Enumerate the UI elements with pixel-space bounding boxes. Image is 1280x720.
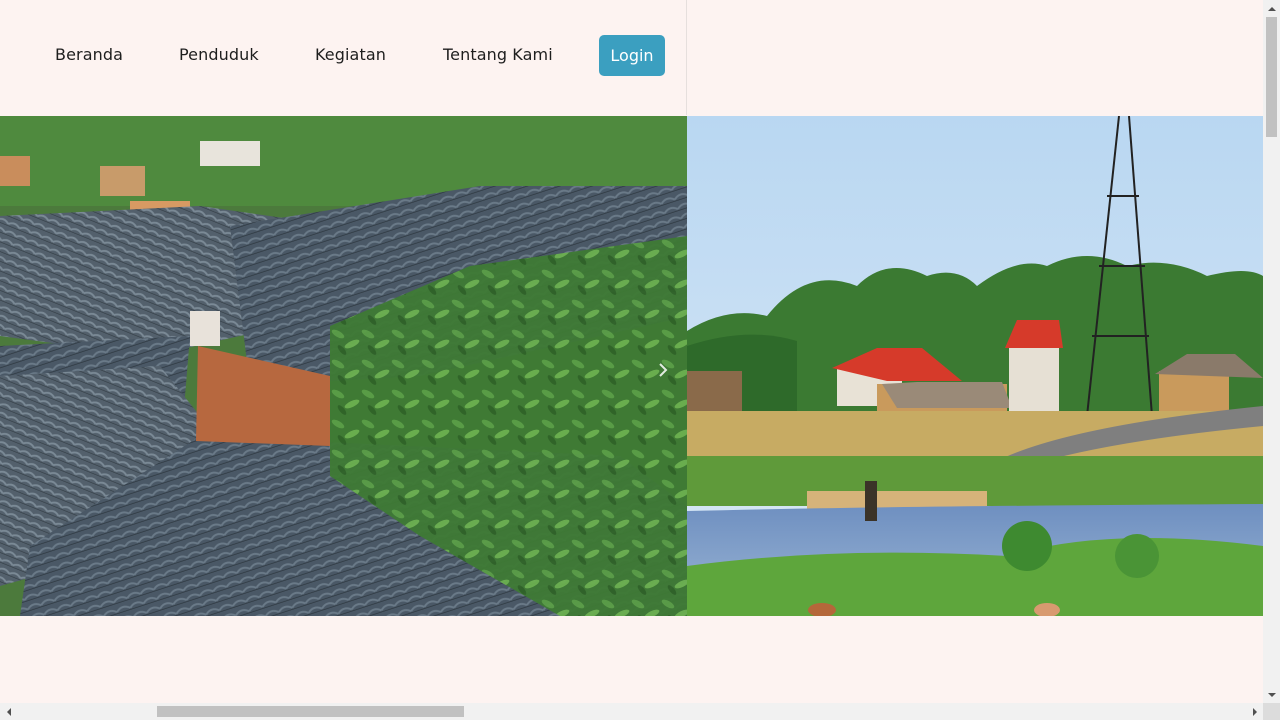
page-content-below: [0, 616, 1263, 703]
vertical-scrollbar[interactable]: [1263, 0, 1280, 703]
chevron-right-icon: [659, 363, 668, 377]
nav-link-penduduk[interactable]: Penduduk: [179, 44, 259, 66]
login-button[interactable]: Login: [599, 35, 665, 76]
village-rooftops-image: [0, 116, 687, 616]
horizontal-scrollbar-thumb[interactable]: [157, 706, 464, 717]
main-navbar: Beranda Penduduk Kegiatan Tentang Kami L…: [0, 0, 687, 115]
nav-link-kegiatan[interactable]: Kegiatan: [315, 44, 386, 66]
scroll-up-arrow-icon[interactable]: [1263, 0, 1280, 17]
carousel-slide-riverside: [687, 116, 1263, 616]
image-carousel: [0, 116, 1263, 616]
scrollbar-corner: [1263, 703, 1280, 720]
scroll-right-arrow-icon[interactable]: [1246, 703, 1263, 720]
scroll-down-arrow-icon[interactable]: [1263, 686, 1280, 703]
nav-link-beranda[interactable]: Beranda: [55, 44, 123, 66]
page-viewport: Beranda Penduduk Kegiatan Tentang Kami L…: [0, 0, 1263, 703]
vertical-scrollbar-thumb[interactable]: [1266, 17, 1277, 137]
carousel-next-button[interactable]: [650, 356, 676, 384]
nav-link-tentang-kami[interactable]: Tentang Kami: [443, 44, 553, 66]
riverside-village-image: [687, 116, 1263, 616]
header-blank-area: [688, 0, 1263, 115]
carousel-slide-rooftops: [0, 116, 687, 616]
horizontal-scrollbar[interactable]: [0, 703, 1263, 720]
scroll-left-arrow-icon[interactable]: [0, 703, 17, 720]
